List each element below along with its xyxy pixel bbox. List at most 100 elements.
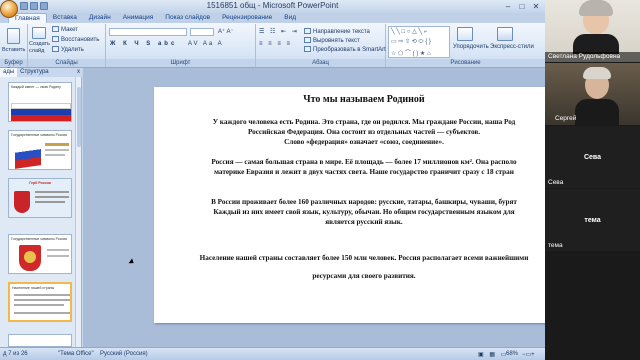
language-indicator[interactable]: Русский (Россия) (100, 351, 148, 357)
slide-paragraph-line: Российская Федерация. Она состоит из отд… (247, 128, 481, 136)
align-text-label: Выровнять текст (313, 38, 360, 44)
tab-design[interactable]: Дизайн (83, 13, 117, 23)
participant-name: Сергей (555, 115, 577, 122)
slide-thumbnail-selected[interactable]: Население нашей страны (8, 282, 72, 322)
new-slide-button[interactable]: Создать слайд (29, 41, 50, 55)
maximize-button[interactable]: □ (515, 0, 529, 12)
grow-font-icon[interactable]: A⁺ A⁻ (218, 28, 234, 36)
pane-tabs: ады Структура x (0, 68, 82, 77)
layout-label: Макет (61, 27, 78, 33)
new-slide-icon[interactable] (32, 27, 46, 39)
align-text-button[interactable]: Выровнять текст (304, 37, 360, 45)
thumbnail-title: Государственные символы России (11, 237, 68, 241)
scrollbar-thumb[interactable] (77, 87, 81, 147)
video-tile[interactable]: Сева Сева (545, 126, 640, 188)
font-group-label: Шрифт (106, 59, 255, 67)
status-bar: д 7 из 26 "Тема Office" Русский (Россия)… (0, 347, 545, 360)
participant-hair (583, 67, 611, 79)
thumbnail-text-line (35, 201, 65, 203)
text-direction-icon (304, 28, 311, 35)
tab-slideshow[interactable]: Показ слайдов (159, 13, 216, 23)
slide-thumbnail[interactable]: Государственные символы России (8, 130, 72, 170)
mouse-cursor-icon (128, 258, 136, 266)
font-family-combo[interactable] (109, 28, 187, 36)
arrange-icon[interactable] (457, 27, 473, 41)
slide-thumbnail[interactable]: Каждый имеет — свою Родину (8, 82, 72, 122)
slide-thumbnail[interactable] (8, 334, 72, 347)
clipboard-group: Вставить Буфер обмена (0, 24, 28, 74)
convert-smartart-button[interactable]: Преобразовать в SmartArt (304, 46, 386, 54)
font-size-combo[interactable] (190, 28, 214, 36)
thumbnail-text-line (14, 312, 70, 314)
thumbnail-title: Каждый имеет — свою Родину (11, 85, 61, 89)
thumbnail-text-line (14, 299, 70, 301)
layout-icon (52, 26, 59, 33)
arrange-button[interactable]: Упорядочить (453, 43, 489, 51)
delete-icon (52, 46, 59, 53)
align-text-icon (304, 37, 311, 44)
participant-shirt (575, 99, 619, 125)
delete-button[interactable]: Удалить (52, 46, 84, 54)
slide-paragraph-line: Россия — самая большая страна в мире. Её… (211, 158, 517, 166)
video-tile[interactable]: Светлана Рудольфовна (545, 0, 640, 62)
slides-group: Создать слайд Макет Восстановить Удалить… (28, 24, 106, 67)
tab-insert[interactable]: Вставка (47, 13, 83, 23)
participant-shirt (573, 34, 619, 54)
reset-button[interactable]: Восстановить (52, 36, 99, 44)
slide-title[interactable]: Что мы называем Родиной (154, 94, 545, 105)
shapes-gallery[interactable]: ╲ ╲ □ ○ △ ╲ ⌐ ▭ ⇨ ⇧ ⟲ ⬭ { } ☆ ⬠ ⌒ ( ) ★ … (388, 26, 450, 58)
align-buttons[interactable]: ≡ ≡ ≡ ≡ (259, 40, 292, 48)
paste-icon[interactable] (7, 28, 20, 44)
text-direction-button[interactable]: Направление текста (304, 28, 370, 36)
slide-editing-area: Что мы называем Родиной У каждого челове… (83, 68, 545, 347)
view-buttons[interactable]: ▣ ▦ ▭ (478, 351, 508, 358)
window-controls: – □ ✕ (501, 0, 543, 12)
zoom-level[interactable]: 68% (506, 351, 518, 357)
flag-red-stripe (11, 115, 71, 121)
close-icon[interactable]: x (77, 68, 82, 77)
quick-styles-icon[interactable] (497, 27, 513, 41)
tab-animation[interactable]: Анимация (117, 13, 160, 23)
slide-paragraph-line: является русский язык. (325, 218, 403, 226)
ribbon: Вставить Буфер обмена Создать слайд Маке… (0, 23, 545, 74)
reset-icon (52, 36, 59, 43)
office-button[interactable] (0, 0, 18, 18)
coat-of-arms-icon (14, 191, 30, 213)
tab-review[interactable]: Рецензирование (216, 13, 278, 23)
list-buttons[interactable]: ☰ ☷ ⇤ ⇥ (259, 28, 299, 36)
font-format-buttons[interactable]: Ж К Ч S abc (110, 40, 177, 48)
tab-structure[interactable]: Структура (17, 68, 51, 77)
flag-image (15, 141, 41, 169)
tab-slides[interactable]: ады (0, 68, 18, 77)
thumbnail-text-line (35, 191, 69, 193)
slides-pane-scrollbar[interactable] (75, 77, 81, 347)
thumbnail-title: Население нашей страны (12, 286, 55, 290)
video-call-panel: Светлана Рудольфовна Сергей Сева Сева те… (545, 0, 640, 360)
eagle-icon (24, 251, 36, 263)
thumbnail-text-line (47, 255, 69, 257)
zoom-slider[interactable]: −▭+ (522, 351, 535, 358)
video-tile[interactable]: тема тема (545, 189, 640, 251)
paragraph-group-label: Абзац (256, 59, 385, 67)
participant-avatar-text: тема (584, 217, 601, 224)
participant-name: Сева (548, 179, 564, 186)
video-tile[interactable]: Сергей (545, 63, 640, 125)
delete-label: Удалить (61, 47, 84, 53)
tab-view[interactable]: Вид (278, 13, 302, 23)
slide-paragraph-line: Слово «федерация» означает «союз, соедин… (284, 138, 444, 146)
thumbnail-title: Герб России (29, 181, 51, 185)
close-button[interactable]: ✕ (529, 0, 543, 12)
clipboard-group-label: Буфер обмена (0, 59, 27, 74)
convert-smartart-label: Преобразовать в SmartArt (313, 47, 386, 53)
layout-button[interactable]: Макет (52, 26, 78, 34)
participant-hair (579, 0, 613, 16)
paste-button[interactable]: Вставить (2, 46, 25, 54)
slide-thumbnail[interactable]: Герб России (8, 178, 72, 218)
theme-name: "Тема Office" (58, 351, 94, 357)
quick-styles-button[interactable]: Экспресс-стили (490, 43, 534, 51)
window-title: 1516851 общ - Microsoft PowerPoint (206, 1, 339, 10)
slide-thumbnail[interactable]: Государственные символы России (8, 234, 72, 274)
current-slide[interactable]: Что мы называем Родиной У каждого челове… (154, 87, 545, 323)
minimize-button[interactable]: – (501, 0, 515, 12)
font-color-buttons[interactable]: AV Aa A (188, 40, 224, 48)
